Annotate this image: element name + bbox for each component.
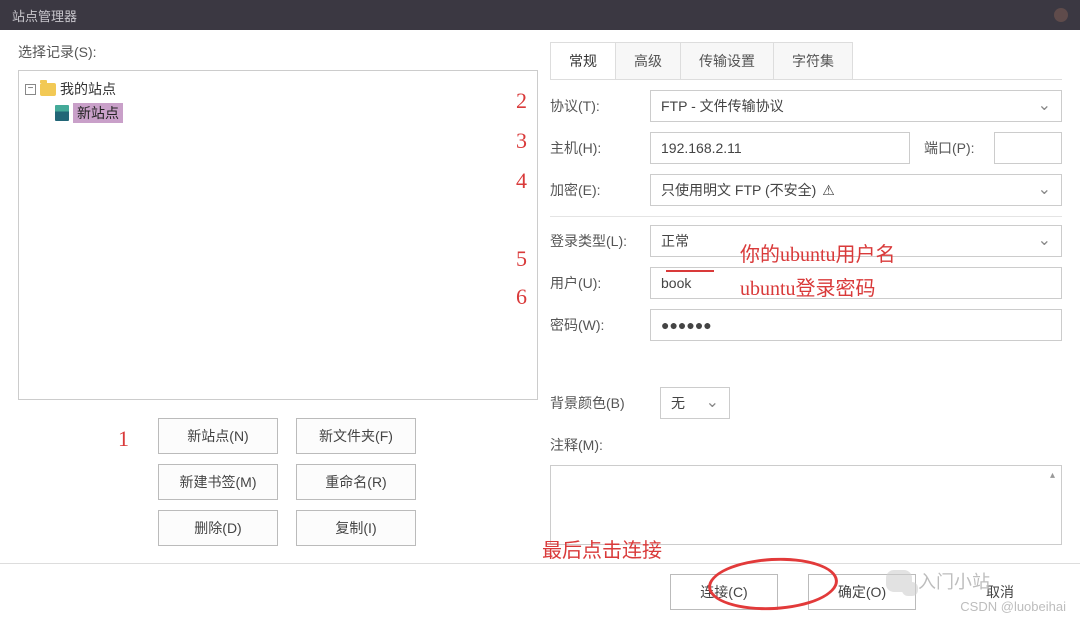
host-input[interactable]: 192.168.2.11	[650, 132, 910, 164]
content-area: 选择记录(S): − 我的站点 新站点 新站点(N) 新文件夹(F) 新建书签(…	[0, 30, 1080, 563]
bgcolor-label: 背景颜色(B)	[550, 393, 650, 413]
site-buttons: 新站点(N) 新文件夹(F) 新建书签(M) 重命名(R) 删除(D) 复制(I…	[18, 418, 538, 546]
connect-button[interactable]: 连接(C)	[670, 574, 778, 610]
folder-icon	[40, 83, 56, 96]
tab-charset[interactable]: 字符集	[774, 43, 852, 79]
new-site-button[interactable]: 新站点(N)	[158, 418, 278, 454]
tree-root[interactable]: − 我的站点	[25, 77, 531, 101]
close-icon[interactable]	[1054, 8, 1068, 22]
copy-button[interactable]: 复制(I)	[296, 510, 416, 546]
window-title: 站点管理器	[12, 6, 77, 25]
annot-2: 2	[516, 88, 527, 114]
annot-connect-hint: 最后点击连接	[542, 534, 662, 563]
annot-user-underline	[666, 270, 714, 272]
tree-collapse-icon[interactable]: −	[25, 84, 36, 95]
encryption-select[interactable]: 只使用明文 FTP (不安全) ⚠	[650, 174, 1062, 206]
tree-item-newsite[interactable]: 新站点	[55, 101, 531, 125]
rename-button[interactable]: 重命名(R)	[296, 464, 416, 500]
annot-1: 1	[118, 426, 129, 452]
protocol-label: 协议(T):	[550, 96, 640, 116]
bgcolor-value: 无	[671, 393, 685, 413]
user-value: book	[661, 275, 691, 291]
warning-icon: ⚠	[822, 182, 835, 199]
new-folder-button[interactable]: 新文件夹(F)	[296, 418, 416, 454]
tab-advanced[interactable]: 高级	[616, 43, 681, 79]
tab-transfer[interactable]: 传输设置	[681, 43, 774, 79]
annot-4: 4	[516, 168, 527, 194]
tab-general[interactable]: 常规	[551, 43, 616, 79]
right-pane: 常规 高级 传输设置 字符集 协议(T): FTP - 文件传输协议 主机(H)…	[550, 42, 1062, 563]
port-input[interactable]	[994, 132, 1062, 164]
wechat-watermark: 入门小站	[886, 568, 990, 594]
comment-label: 注释(M):	[550, 435, 640, 455]
host-value: 192.168.2.11	[661, 140, 742, 156]
annot-3: 3	[516, 128, 527, 154]
annot-pass-hint: ubuntu登录密码	[740, 272, 876, 301]
site-icon	[55, 105, 69, 121]
csdn-watermark: CSDN @luobeihai	[960, 599, 1066, 614]
comment-textarea[interactable]	[550, 465, 1062, 545]
host-label: 主机(H):	[550, 138, 640, 158]
general-form: 协议(T): FTP - 文件传输协议 主机(H): 192.168.2.11 …	[550, 79, 1062, 545]
protocol-value: FTP - 文件传输协议	[661, 96, 784, 116]
protocol-select[interactable]: FTP - 文件传输协议	[650, 90, 1062, 122]
left-pane: 选择记录(S): − 我的站点 新站点 新站点(N) 新文件夹(F) 新建书签(…	[18, 42, 538, 563]
wechat-text: 入门小站	[918, 568, 990, 594]
user-label: 用户(U):	[550, 273, 640, 293]
password-label: 密码(W):	[550, 315, 640, 335]
delete-button[interactable]: 删除(D)	[158, 510, 278, 546]
titlebar: 站点管理器	[0, 0, 1080, 30]
annot-6: 6	[516, 284, 527, 310]
select-record-label: 选择记录(S):	[18, 42, 538, 62]
new-bookmark-button[interactable]: 新建书签(M)	[158, 464, 278, 500]
site-tree[interactable]: − 我的站点 新站点	[18, 70, 538, 400]
tree-item-label: 新站点	[73, 103, 123, 123]
annot-5: 5	[516, 246, 527, 272]
bgcolor-select[interactable]: 无	[660, 387, 730, 419]
password-input[interactable]: ●●●●●●	[650, 309, 1062, 341]
port-label: 端口(P):	[924, 138, 984, 158]
logintype-value: 正常	[661, 231, 689, 251]
encryption-label: 加密(E):	[550, 180, 640, 200]
encryption-value: 只使用明文 FTP (不安全)	[661, 180, 816, 200]
password-value: ●●●●●●	[661, 317, 712, 333]
logintype-label: 登录类型(L):	[550, 231, 640, 251]
divider	[550, 216, 1062, 217]
wechat-icon	[886, 570, 912, 592]
annot-user-hint: 你的ubuntu用户名	[740, 238, 896, 267]
tree-root-label: 我的站点	[60, 79, 116, 99]
tab-bar: 常规 高级 传输设置 字符集	[550, 42, 853, 79]
